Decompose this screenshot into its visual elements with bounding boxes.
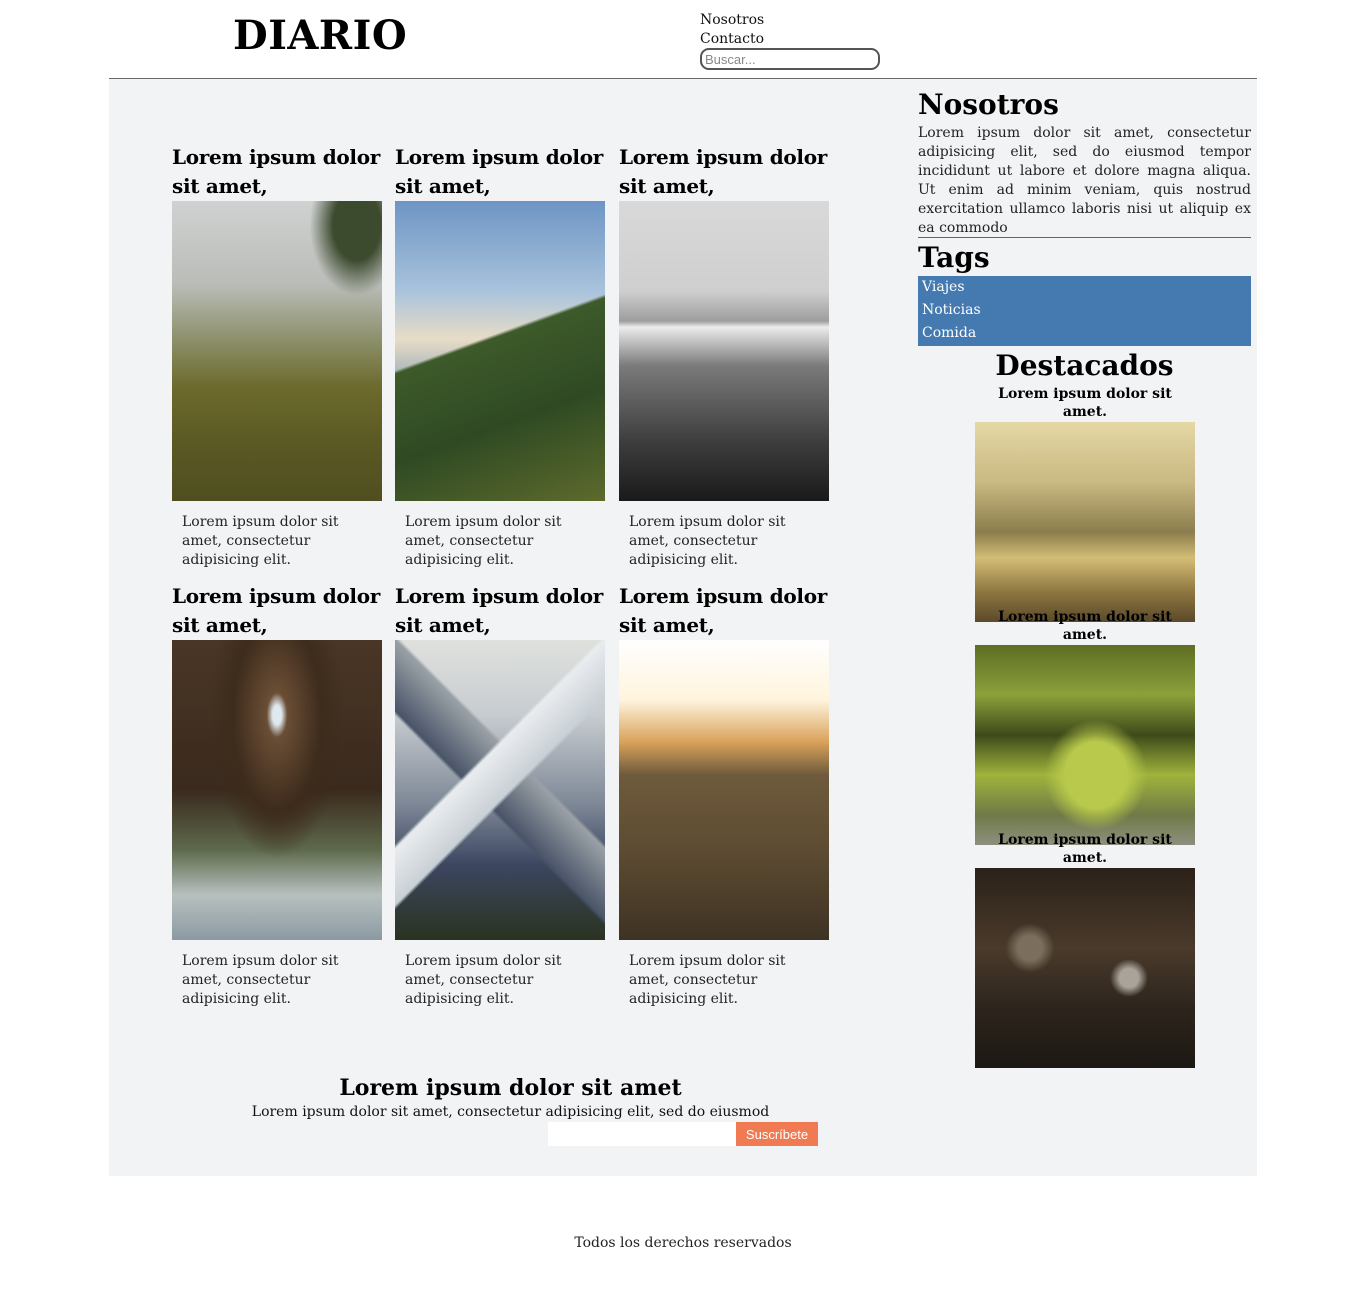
post-title[interactable]: Lorem ipsum dolor sit amet,	[395, 582, 605, 640]
post-image-coastline[interactable]	[395, 201, 605, 501]
post-image-mountain[interactable]	[395, 640, 605, 940]
featured-item[interactable]: Lorem ipsum dolor sit amet.	[975, 831, 1195, 1068]
post-excerpt: Lorem ipsum dolor sit amet, consectetur …	[405, 953, 562, 1007]
tags-title: Tags	[918, 241, 990, 274]
nav-link-nosotros[interactable]: Nosotros	[700, 11, 764, 30]
tag-noticias[interactable]: Noticias	[918, 299, 1251, 322]
post-card[interactable]: Lorem ipsum dolor sit amet, Lorem ipsum …	[395, 143, 605, 570]
site-header: DIARIO Nosotros Contacto	[0, 0, 1366, 80]
post-excerpt: Lorem ipsum dolor sit amet, consectetur …	[405, 514, 562, 568]
post-image-tree-stump[interactable]	[619, 640, 829, 940]
newsletter-email-input[interactable]	[548, 1122, 736, 1146]
site-logo[interactable]: DIARIO	[233, 12, 407, 59]
post-title[interactable]: Lorem ipsum dolor sit amet,	[172, 143, 382, 201]
about-title: Nosotros	[918, 88, 1059, 121]
post-card[interactable]: Lorem ipsum dolor sit amet, Lorem ipsum …	[619, 143, 829, 570]
post-card[interactable]: Lorem ipsum dolor sit amet, Lorem ipsum …	[172, 143, 382, 570]
post-title[interactable]: Lorem ipsum dolor sit amet,	[619, 582, 829, 640]
newsletter-title: Lorem ipsum dolor sit amet	[339, 1075, 682, 1101]
post-excerpt: Lorem ipsum dolor sit amet, consectetur …	[629, 953, 786, 1007]
featured-item-title[interactable]: Lorem ipsum dolor sit amet.	[975, 831, 1195, 867]
tags-list: Viajes Noticias Comida	[918, 276, 1251, 346]
subscribe-button[interactable]: Suscríbete	[736, 1122, 818, 1146]
main-nav: Nosotros Contacto	[700, 11, 764, 49]
featured-item[interactable]: Lorem ipsum dolor sit amet.	[975, 608, 1195, 845]
featured-image-hazy-city[interactable]	[975, 422, 1195, 622]
featured-item-title[interactable]: Lorem ipsum dolor sit amet.	[975, 385, 1195, 421]
post-image-foggy-meadow[interactable]	[172, 201, 382, 501]
featured-image-workshop-tools[interactable]	[975, 868, 1195, 1068]
footer-copyright: Todos los derechos reservados	[574, 1235, 792, 1251]
tag-comida[interactable]: Comida	[918, 322, 1251, 345]
post-card[interactable]: Lorem ipsum dolor sit amet, Lorem ipsum …	[172, 582, 382, 1009]
tag-viajes[interactable]: Viajes	[918, 276, 1251, 299]
post-card[interactable]: Lorem ipsum dolor sit amet, Lorem ipsum …	[395, 582, 605, 1009]
about-text: Lorem ipsum dolor sit amet, consectetur …	[918, 125, 1251, 236]
post-image-sea[interactable]	[619, 201, 829, 501]
sidebar-divider	[918, 237, 1251, 238]
post-card[interactable]: Lorem ipsum dolor sit amet, Lorem ipsum …	[619, 582, 829, 1009]
post-title[interactable]: Lorem ipsum dolor sit amet,	[395, 143, 605, 201]
post-title[interactable]: Lorem ipsum dolor sit amet,	[172, 582, 382, 640]
post-excerpt: Lorem ipsum dolor sit amet, consectetur …	[629, 514, 786, 568]
featured-item[interactable]: Lorem ipsum dolor sit amet.	[975, 385, 1195, 622]
post-excerpt: Lorem ipsum dolor sit amet, consectetur …	[182, 514, 339, 568]
post-title[interactable]: Lorem ipsum dolor sit amet,	[619, 143, 829, 201]
post-excerpt: Lorem ipsum dolor sit amet, consectetur …	[182, 953, 339, 1007]
featured-image-forest[interactable]	[975, 645, 1195, 845]
newsletter-text: Lorem ipsum dolor sit amet, consectetur …	[251, 1104, 770, 1120]
nav-link-contacto[interactable]: Contacto	[700, 30, 764, 49]
featured-title: Destacados	[995, 349, 1174, 382]
post-image-pier[interactable]	[172, 640, 382, 940]
search-input[interactable]	[700, 48, 880, 70]
featured-item-title[interactable]: Lorem ipsum dolor sit amet.	[975, 608, 1195, 644]
